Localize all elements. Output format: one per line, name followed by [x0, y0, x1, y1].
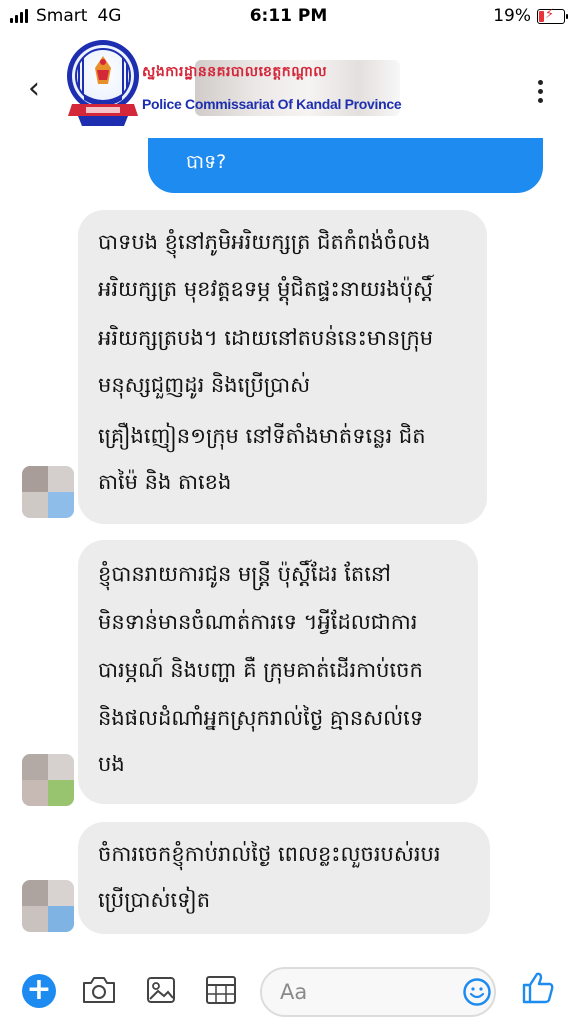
photo-icon[interactable] — [142, 972, 180, 1008]
battery-level — [539, 10, 544, 22]
message-line: អរិយក្សត្របង។ ដោយនៅតបន់នេះមានក្រុម — [98, 326, 434, 350]
message-line: មិនទាន់មានចំណាត់ការទេ ។អ្វីដែលជាការ — [98, 610, 418, 634]
gif-table-icon[interactable] — [202, 972, 240, 1008]
message-line: មនុស្សជួញដូរ និងប្រើប្រាស់ — [98, 373, 311, 397]
status-right: 19% ⚡ — [493, 6, 568, 26]
like-icon[interactable] — [520, 970, 556, 1006]
message-line: អរិយក្សត្រ មុខវត្តឧទម្ភ ម្តុំជិតផ្ទះនាយរ… — [98, 277, 434, 301]
plus-icon[interactable]: + — [22, 974, 56, 1008]
clock: 6:11 PM — [249, 6, 328, 26]
received-message[interactable]: ចំការចេកខ្ញុំកាប់រាល់ថ្ងៃ ពេលខ្លះលួចរបស់… — [78, 822, 490, 934]
sender-avatar[interactable] — [22, 466, 74, 518]
message-line: បាទបង ខ្ញុំនៅភូមិអរិយក្សត្រ ជិតកំពង់ចំលង — [98, 230, 431, 254]
received-message[interactable]: បាទបង ខ្ញុំនៅភូមិអរិយក្សត្រ ជិតកំពង់ចំលង… — [78, 210, 487, 524]
message-line: ចំការចេកខ្ញុំកាប់រាល់ថ្ងៃ ពេលខ្លះលួចរបស់… — [98, 842, 441, 866]
message-line: ប្រើប្រាស់ទៀត — [98, 888, 211, 912]
police-logo — [67, 40, 139, 126]
message-line: និងផលដំណាំអ្នកស្រុករាល់ថ្ងៃ គ្មានសល់ទេ — [98, 706, 424, 730]
charging-icon: ⚡ — [545, 6, 555, 22]
sender-avatar[interactable] — [22, 754, 74, 806]
sent-message-text: បាទ? — [186, 151, 227, 173]
battery-icon: ⚡ — [537, 6, 568, 24]
more-options-icon[interactable] — [538, 80, 543, 103]
message-input[interactable]: Aa — [260, 967, 496, 1017]
message-input-placeholder: Aa — [280, 980, 308, 1004]
logo-khmer-title: ស្នងការដ្ឋាននគរបាលខេត្តកណ្ដាល — [142, 64, 328, 80]
emoji-icon[interactable] — [462, 977, 492, 1007]
message-line: ខ្ញុំបានរាយការជូន មន្ត្រី ប៉ុស្ដិ៍ដែរ តែ… — [98, 562, 391, 586]
message-line: តាម៉ៃ និង តាខេង — [98, 470, 232, 494]
sent-message[interactable]: បាទ? — [148, 138, 543, 193]
battery-percent: 19% — [493, 6, 531, 26]
status-bar: Smart 4G 6:11 PM 19% ⚡ — [0, 0, 577, 34]
message-line: បង — [98, 752, 125, 776]
received-message[interactable]: ខ្ញុំបានរាយការជូន មន្ត្រី ប៉ុស្ដិ៍ដែរ តែ… — [78, 540, 478, 804]
back-icon[interactable]: ‹ — [28, 74, 40, 104]
sender-avatar[interactable] — [22, 880, 74, 932]
camera-icon[interactable] — [80, 972, 118, 1008]
message-line: បារម្ភណ៍ និងបញ្ហា គឺ ក្រុមគាត់ដើរកាប់ចេក — [98, 658, 423, 682]
composer-bar: + Aa — [0, 950, 577, 1024]
logo-english-title: Police Commissariat Of Kandal Province — [142, 96, 402, 112]
message-line: គ្រឿងញៀន១ក្រុម នៅទីតាំងមាត់ទន្លេរ ជិត — [98, 424, 426, 448]
